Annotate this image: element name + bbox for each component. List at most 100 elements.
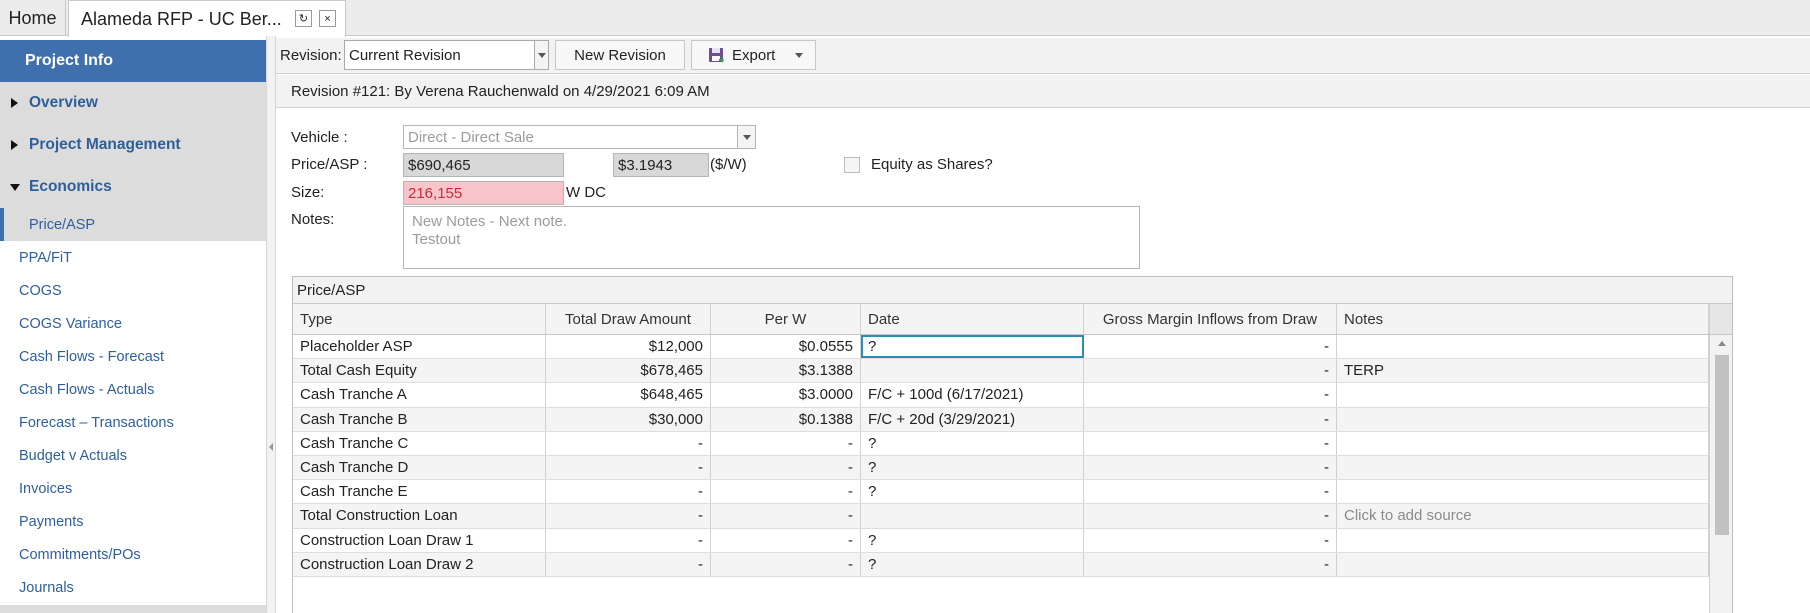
cell-total-draw-amount[interactable]: - [546,504,711,528]
cell-notes[interactable] [1337,480,1709,504]
cell-per-w[interactable]: - [711,552,861,576]
table-row[interactable]: Cash Tranche E - -? - [293,480,1709,505]
cell-date[interactable] [861,359,1084,383]
cell-gross-margin[interactable]: - [1084,407,1337,431]
column-header-per-w[interactable]: Per W [711,304,861,334]
size-input[interactable]: 216,155 [403,181,564,205]
cell-date[interactable]: ? [861,431,1084,455]
sidebar-item-cash-flows-actuals[interactable]: Cash Flows - Actuals [0,373,266,406]
dropdown-toggle[interactable] [534,41,548,69]
table-row[interactable]: Total Cash Equity $678,465 $3.1388 - TERP [293,359,1709,384]
cell-total-draw-amount[interactable]: - [546,431,711,455]
cell-total-draw-amount[interactable]: $678,465 [546,359,711,383]
table-row[interactable]: Construction Loan Draw 1- -? - [293,528,1709,553]
cell-gross-margin[interactable]: - [1084,431,1337,455]
equity-as-shares-checkbox[interactable] [844,157,860,173]
cell-total-draw-amount[interactable]: - [546,552,711,576]
sidebar-section-economics[interactable]: Economics [0,166,266,208]
cell-total-draw-amount[interactable]: $12,000 [546,335,711,359]
cell-per-w[interactable]: $3.0000 [711,383,861,407]
sidebar-item-budget-v-actuals[interactable]: Budget v Actuals [0,439,266,472]
cell-type[interactable]: Construction Loan Draw 1 [293,528,546,552]
cell-gross-margin[interactable]: - [1084,504,1337,528]
cell-type[interactable]: Cash Tranche C [293,431,546,455]
cell-type[interactable]: Cash Tranche A [293,383,546,407]
sidebar-item-commitments-pos[interactable]: Commitments/POs [0,538,266,571]
sidebar-item-cogs-variance[interactable]: COGS Variance [0,307,266,340]
export-button[interactable]: Export [691,40,816,70]
cell-date[interactable]: ? [861,335,1084,359]
table-row[interactable]: Placeholder ASP $12,000 $0.0555? - [293,335,1709,360]
cell-total-draw-amount[interactable]: - [546,456,711,480]
column-header-date[interactable]: Date [861,304,1084,334]
cell-date[interactable]: ? [861,528,1084,552]
sidebar-section-project-management[interactable]: Project Management [0,124,266,166]
cell-per-w[interactable]: - [711,456,861,480]
table-row[interactable]: Cash Tranche D - -? - [293,456,1709,481]
cell-per-w[interactable]: - [711,504,861,528]
cell-per-w[interactable]: $0.0555 [711,335,861,359]
column-header-total-draw-amount[interactable]: Total Draw Amount [546,304,711,334]
refresh-icon[interactable]: ↻ [295,10,312,27]
cell-gross-margin[interactable]: - [1084,528,1337,552]
cell-gross-margin[interactable]: - [1084,383,1337,407]
cell-notes[interactable] [1337,407,1709,431]
sidebar-splitter[interactable] [266,36,276,613]
grid-scrollbar[interactable] [1709,335,1732,613]
cell-notes[interactable] [1337,552,1709,576]
new-revision-button[interactable]: New Revision [555,40,685,70]
scrollbar-thumb[interactable] [1715,355,1729,535]
cell-total-draw-amount[interactable]: - [546,528,711,552]
cell-notes[interactable]: Click to add source [1337,504,1709,528]
cell-type[interactable]: Cash Tranche D [293,456,546,480]
sidebar-item-price-asp[interactable]: Price/ASP [0,208,266,241]
close-icon[interactable]: × [319,10,336,27]
column-header-type[interactable]: Type [293,304,546,334]
cell-gross-margin[interactable]: - [1084,335,1337,359]
tab-project[interactable]: Alameda RFP - UC Ber... ↻ × [68,0,346,37]
cell-notes[interactable] [1337,335,1709,359]
cell-notes[interactable]: TERP [1337,359,1709,383]
cell-type[interactable]: Construction Loan Draw 2 [293,552,546,576]
cell-type[interactable]: Cash Tranche B [293,407,546,431]
sidebar-item-journals[interactable]: Journals [0,571,266,604]
sidebar-item-cash-flows-forecast[interactable]: Cash Flows - Forecast [0,340,266,373]
table-row[interactable]: Construction Loan Draw 2- -? - [293,552,1709,577]
cell-total-draw-amount[interactable]: $30,000 [546,407,711,431]
sidebar-item-ppa-fit[interactable]: PPA/FiT [0,241,266,274]
cell-date[interactable]: ? [861,552,1084,576]
table-row[interactable]: Total Construction Loan - - - Click to add s… [293,504,1709,529]
cell-date[interactable]: ? [861,456,1084,480]
tab-home[interactable]: Home [0,0,66,36]
cell-total-draw-amount[interactable]: - [546,480,711,504]
cell-notes[interactable] [1337,456,1709,480]
scroll-up-icon[interactable] [1718,341,1726,346]
cell-date[interactable]: F/C + 100d (6/17/2021) [861,383,1084,407]
cell-type[interactable]: Cash Tranche E [293,480,546,504]
vehicle-select[interactable]: Direct - Direct Sale [403,125,756,149]
sidebar-item-forecast-transactions[interactable]: Forecast – Transactions [0,406,266,439]
column-header-gross-margin-inflows[interactable]: Gross Margin Inflows from Draw [1084,304,1337,334]
sidebar-item-cogs[interactable]: COGS [0,274,266,307]
table-row[interactable]: Cash Tranche A $648,465 $3.0000 F/C + 100d … [293,383,1709,408]
cell-gross-margin[interactable]: - [1084,456,1337,480]
column-header-notes[interactable]: Notes [1337,304,1709,334]
cell-date[interactable] [861,504,1084,528]
cell-gross-margin[interactable]: - [1084,359,1337,383]
sidebar-next-section[interactable] [0,605,266,613]
cell-per-w[interactable]: - [711,528,861,552]
cell-total-draw-amount[interactable]: $648,465 [546,383,711,407]
cell-notes[interactable] [1337,528,1709,552]
dropdown-toggle[interactable] [737,126,755,148]
cell-per-w[interactable]: - [711,431,861,455]
cell-notes[interactable] [1337,431,1709,455]
revision-select[interactable]: Current Revision [344,40,549,70]
cell-type[interactable]: Total Construction Loan [293,504,546,528]
cell-notes[interactable] [1337,383,1709,407]
cell-type[interactable]: Placeholder ASP [293,335,546,359]
cell-date[interactable]: ? [861,480,1084,504]
sidebar-item-invoices[interactable]: Invoices [0,472,266,505]
table-row[interactable]: Cash Tranche B $30,000 $0.1388 F/C + 20d (3… [293,407,1709,432]
cell-per-w[interactable]: - [711,480,861,504]
cell-gross-margin[interactable]: - [1084,552,1337,576]
